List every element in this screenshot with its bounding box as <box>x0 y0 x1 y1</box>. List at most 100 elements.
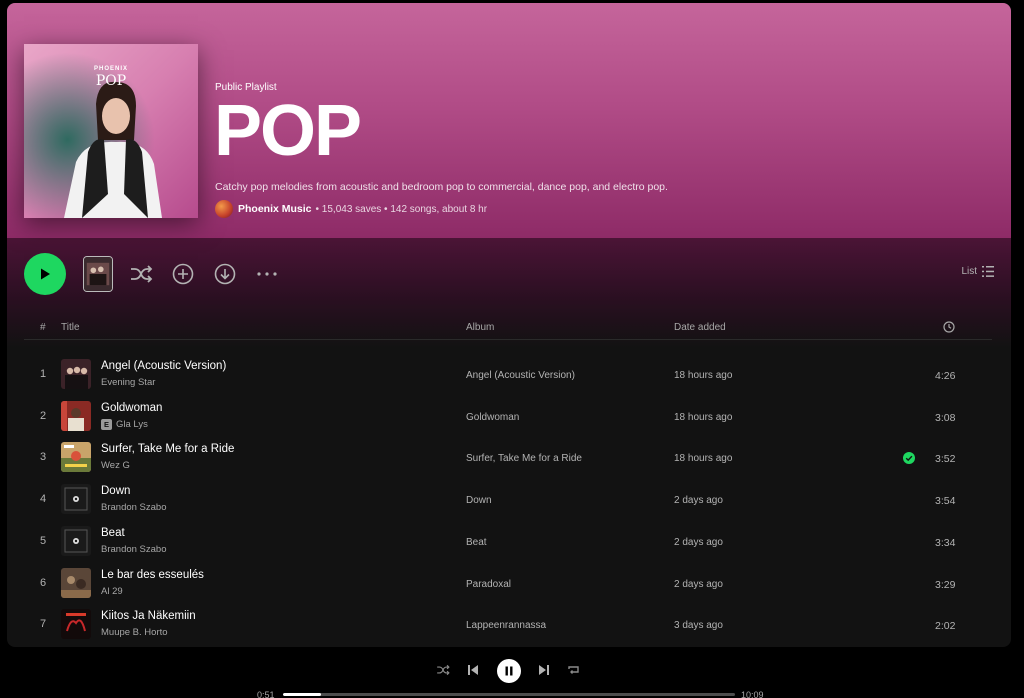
track-artist: E Gla Lys <box>101 418 148 430</box>
track-title[interactable]: Down <box>101 485 130 497</box>
table-row[interactable]: 3 Surfer, Take Me for a Ride Wez G Surfe… <box>24 438 992 478</box>
saved-check-icon[interactable] <box>903 452 915 465</box>
track-album[interactable]: Beat <box>466 537 487 548</box>
previous-button[interactable] <box>467 664 479 676</box>
album-art-icon <box>61 609 91 640</box>
track-duration: 4:26 <box>935 370 956 382</box>
artist-link[interactable]: Gla Lys <box>116 419 148 430</box>
track-artist: Al 29 <box>101 586 123 597</box>
album-art-icon <box>61 567 91 598</box>
track-date-added: 18 hours ago <box>674 370 733 381</box>
track-artist: Wez G <box>101 460 130 471</box>
track-artwork <box>61 525 91 556</box>
shuffle-button[interactable] <box>128 261 154 287</box>
track-artwork <box>61 442 91 473</box>
explicit-badge: E <box>101 418 112 430</box>
track-album[interactable]: Down <box>466 495 492 506</box>
add-to-library-button[interactable] <box>170 261 196 287</box>
track-date-added: 18 hours ago <box>674 453 733 465</box>
table-row[interactable]: 4 Down Brandon Szabo Down 2 days ago 3:5… <box>24 480 992 520</box>
column-title[interactable]: Title <box>61 322 80 333</box>
smart-shuffle-button[interactable] <box>83 256 113 292</box>
artist-link[interactable]: Evening Star <box>101 377 155 388</box>
skip-back-icon <box>468 665 478 675</box>
track-album[interactable]: Lappeenrannassa <box>466 620 546 631</box>
repeat-toggle[interactable] <box>567 664 580 676</box>
column-album[interactable]: Album <box>466 322 494 333</box>
track-duration: 3:34 <box>935 536 956 549</box>
download-button[interactable] <box>212 261 238 287</box>
artist-link[interactable]: Al 29 <box>101 586 123 597</box>
track-album[interactable]: Angel (Acoustic Version) <box>466 370 575 381</box>
track-number: 1 <box>39 368 47 380</box>
track-artwork <box>61 400 91 431</box>
table-row[interactable]: 2 Goldwoman E Gla Lys Goldwoman 18 hours … <box>24 397 992 437</box>
view-toggle[interactable]: List <box>961 266 994 277</box>
album-art-icon <box>61 484 91 515</box>
artist-link[interactable]: Muupe B. Horto <box>101 627 168 638</box>
track-number: 3 <box>39 451 47 464</box>
track-artist: Evening Star <box>101 377 155 388</box>
cover-brand: PHOENIX <box>93 66 128 72</box>
track-title[interactable]: Kiitos Ja Näkemiin <box>101 610 196 622</box>
track-date-added: 2 days ago <box>674 495 723 507</box>
playlist-meta: Phoenix Music • 15,043 saves • 142 songs… <box>215 200 487 218</box>
track-number: 6 <box>39 576 47 589</box>
track-number: 4 <box>39 493 47 506</box>
artist-link[interactable]: Brandon Szabo <box>101 544 167 555</box>
view-label: List <box>961 266 977 277</box>
next-button[interactable] <box>538 664 550 676</box>
track-artwork <box>61 484 91 515</box>
action-bar: List <box>24 253 994 295</box>
more-options-button[interactable] <box>254 261 280 287</box>
track-title[interactable]: Goldwoman <box>101 402 162 414</box>
track-album[interactable]: Paradoxal <box>466 579 511 590</box>
pause-icon <box>505 666 513 676</box>
playlist-view: PHOENIX POP Public Playlist POP Catchy p… <box>7 3 1011 647</box>
progress-bar[interactable] <box>283 693 735 696</box>
total-time: 10:09 <box>741 690 764 698</box>
track-title[interactable]: Le bar des esseulés <box>101 569 204 581</box>
page-title: POP <box>214 91 362 171</box>
track-album[interactable]: Surfer, Take Me for a Ride <box>466 453 582 464</box>
progress-fill <box>283 693 321 696</box>
shuffle-toggle[interactable] <box>436 664 450 676</box>
track-title[interactable]: Surfer, Take Me for a Ride <box>101 443 234 455</box>
artist-link[interactable]: Wez G <box>101 460 130 471</box>
playlist-stats: • 15,043 saves • 142 songs, about 8 hr <box>315 203 488 215</box>
column-number: # <box>40 322 46 333</box>
track-title[interactable]: Angel (Acoustic Version) <box>101 360 226 372</box>
column-date-added[interactable]: Date added <box>674 322 726 333</box>
table-row[interactable]: 7 Kiitos Ja Näkemiin Muupe B. Horto Lapp… <box>24 605 992 645</box>
pause-button[interactable] <box>497 659 521 683</box>
scrollbar[interactable] <box>1015 3 1024 647</box>
tracklist-header: # Title Album Date added <box>24 318 992 340</box>
track-date-added: 3 days ago <box>674 620 723 632</box>
column-duration[interactable] <box>943 321 955 336</box>
album-art-icon <box>61 442 91 473</box>
track-artist: Brandon Szabo <box>101 544 167 555</box>
owner-link[interactable]: Phoenix Music <box>238 203 312 215</box>
track-artwork <box>61 359 91 389</box>
track-artwork <box>61 609 91 640</box>
playlist-description: Catchy pop melodies from acoustic and be… <box>215 181 668 193</box>
skip-forward-icon <box>539 665 549 675</box>
table-row[interactable]: 1 Angel (Acoustic Version) Evening Star … <box>24 355 992 395</box>
table-row[interactable]: 6 Le bar des esseulés Al 29 Paradoxal 2 … <box>24 564 992 604</box>
play-icon <box>41 268 50 280</box>
shuffle-icon <box>437 664 450 676</box>
playback-bar: 0:51 10:09 <box>0 650 1024 698</box>
track-date-added: 2 days ago <box>674 536 723 548</box>
play-button[interactable] <box>24 253 66 295</box>
add-circle-icon <box>172 263 194 285</box>
track-duration: 3:08 <box>935 411 956 424</box>
track-album[interactable]: Goldwoman <box>466 412 519 423</box>
more-icon <box>257 272 277 276</box>
avatar[interactable] <box>215 200 233 218</box>
track-artist: Muupe B. Horto <box>101 627 168 638</box>
track-duration: 3:29 <box>935 578 956 591</box>
track-title[interactable]: Beat <box>101 527 125 539</box>
album-art-icon <box>61 525 91 556</box>
artist-link[interactable]: Brandon Szabo <box>101 502 167 513</box>
table-row[interactable]: 5 Beat Brandon Szabo Beat 2 days ago 3:3… <box>24 522 992 562</box>
